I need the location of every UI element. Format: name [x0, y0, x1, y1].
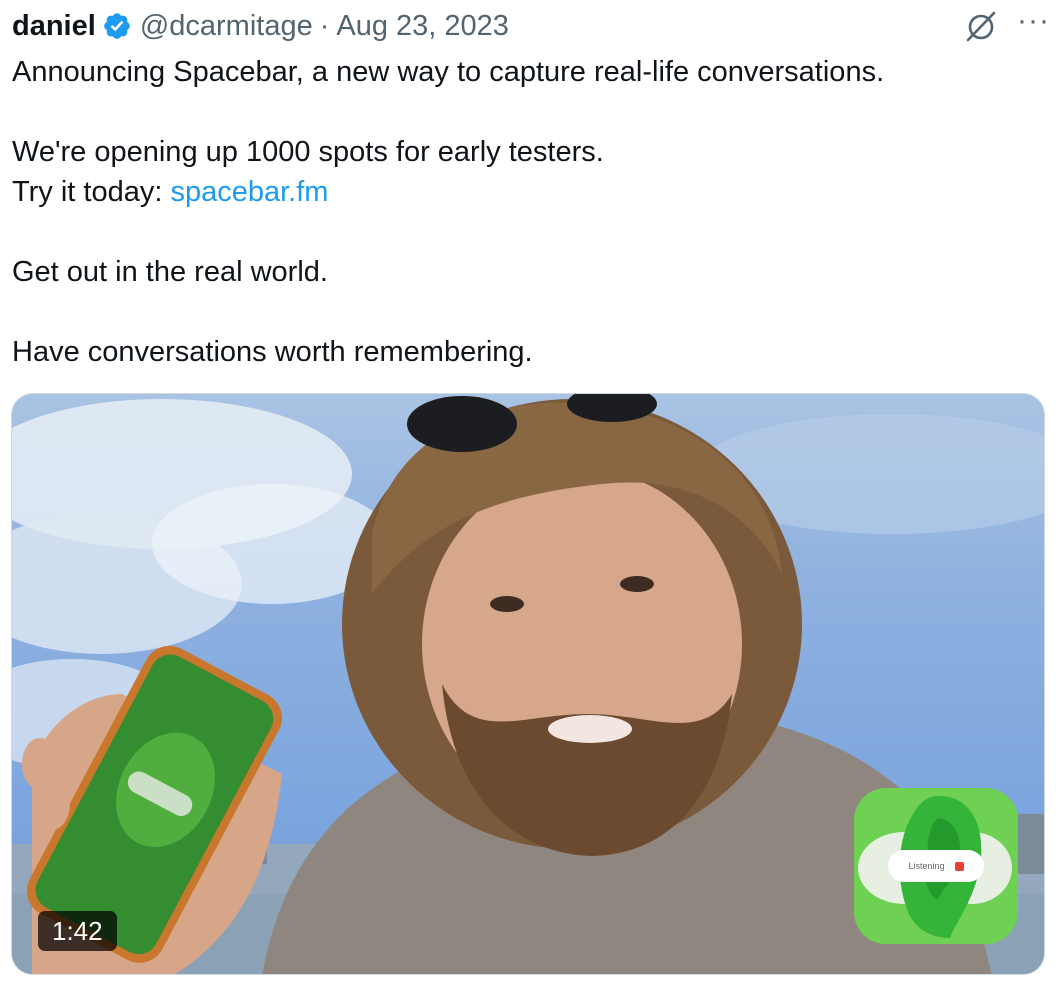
tweet-text-line-2: We're opening up 1000 spots for early te… — [12, 136, 604, 168]
tweet-text-line-1: Announcing Spacebar, a new way to captur… — [12, 56, 885, 88]
listening-label: Listening — [908, 861, 945, 871]
tweet: daniel @dcarmitage · Aug 23, 2023 ··· An… — [0, 0, 1062, 996]
tweet-text-line-3: Try it today: spacebar.fm — [12, 172, 1042, 212]
video-duration-badge: 1:42 — [38, 911, 117, 951]
grok-icon[interactable] — [963, 8, 999, 44]
more-options-icon[interactable]: ··· — [1017, 6, 1050, 36]
spacebar-link[interactable]: spacebar.fm — [170, 176, 328, 208]
tweet-text-line-5: Have conversations worth remembering. — [12, 336, 533, 368]
verified-badge-icon[interactable] — [102, 11, 132, 41]
author-handle[interactable]: @dcarmitage — [140, 10, 313, 43]
tweet-text: Announcing Spacebar, a new way to captur… — [12, 52, 1042, 372]
separator-dot: · — [319, 9, 330, 42]
listening-pill: Listening — [888, 850, 984, 882]
tweet-date[interactable]: Aug 23, 2023 — [336, 10, 509, 43]
tweet-header: daniel @dcarmitage · Aug 23, 2023 ··· — [12, 6, 1050, 46]
spacebar-app-icon: Listening — [854, 788, 1018, 944]
author-display-name[interactable]: daniel — [12, 10, 96, 43]
video-player[interactable]: Listening 1:42 — [11, 393, 1045, 975]
record-stop-icon — [954, 861, 964, 871]
try-it-label: Try it today: — [12, 176, 171, 208]
tweet-text-line-4: Get out in the real world. — [12, 256, 328, 288]
header-actions: ··· — [963, 6, 1050, 46]
